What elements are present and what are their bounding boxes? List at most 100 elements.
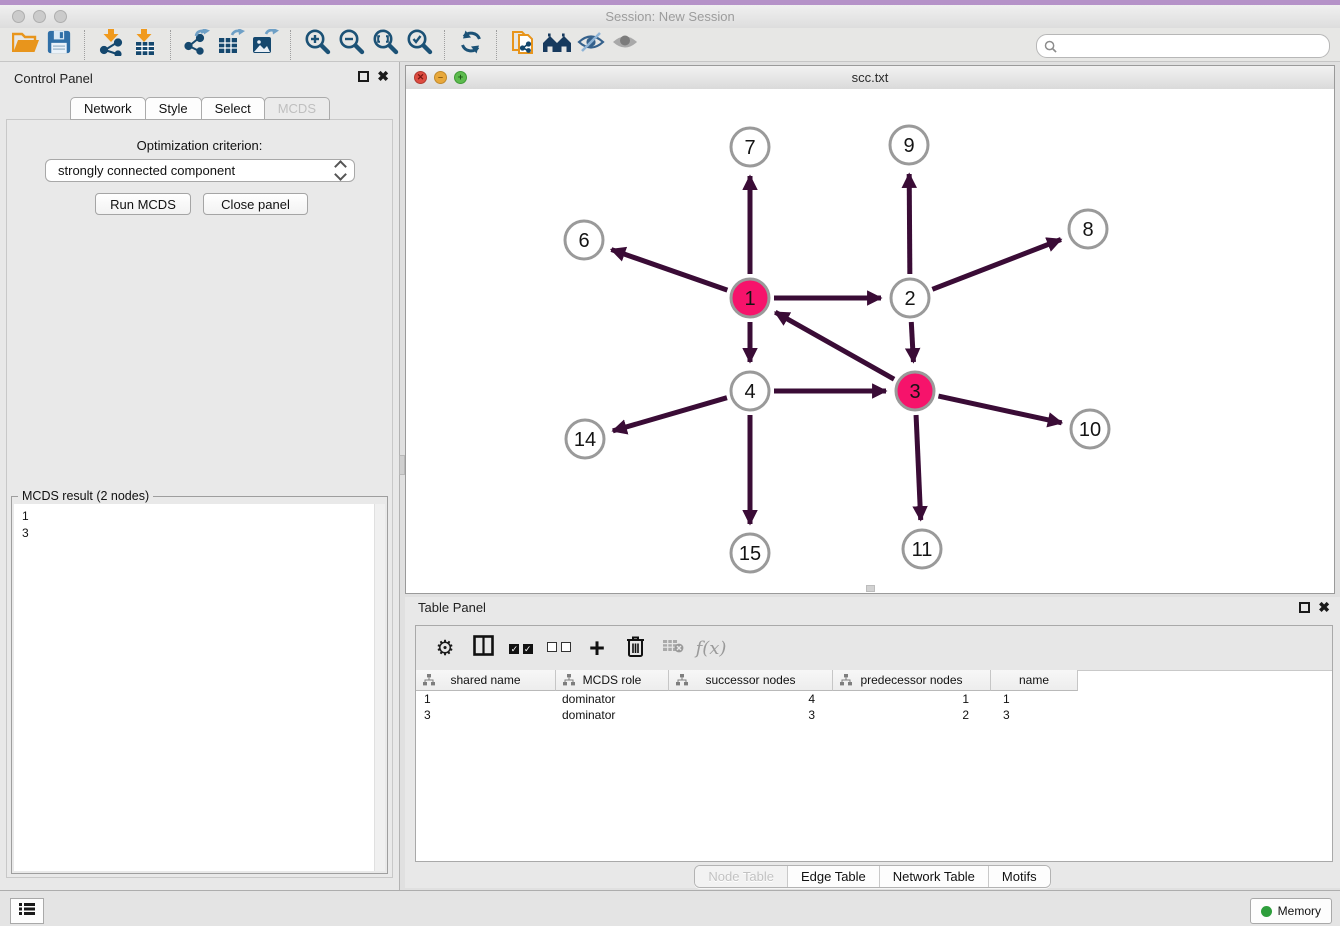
function-builder-button[interactable]: f(x)	[694, 632, 728, 664]
edge-2-9[interactable]	[909, 174, 910, 274]
eye-slash-icon	[576, 30, 606, 59]
select-all-button[interactable]: ✓ ✓	[504, 632, 538, 664]
table-settings-button[interactable]: ⚙	[428, 632, 462, 664]
table-tab-node-table[interactable]: Node Table	[695, 866, 787, 887]
node-label-7: 7	[744, 137, 755, 159]
run-mcds-button[interactable]: Run MCDS	[95, 193, 191, 215]
titlebar: Session: New Session	[0, 5, 1340, 29]
zoom-fit-icon	[371, 28, 399, 61]
zoom-fit-button[interactable]	[368, 30, 402, 60]
refresh-button[interactable]	[454, 30, 488, 60]
column-header-name[interactable]: name	[991, 670, 1078, 691]
control-tab-select[interactable]: Select	[201, 97, 265, 120]
export-image-button[interactable]	[248, 30, 282, 60]
table-tabs: Node TableEdge TableNetwork TableMotifs	[405, 865, 1340, 888]
list-icon	[18, 902, 36, 921]
close-panel-icon[interactable]: ✖	[377, 70, 389, 83]
table-cell[interactable]: 3	[416, 707, 556, 723]
add-column-button[interactable]: +	[580, 632, 614, 664]
show-all-button[interactable]	[608, 30, 642, 60]
float-table-panel-icon[interactable]	[1299, 602, 1310, 613]
column-header-shared-name[interactable]: shared name	[416, 670, 556, 691]
column-header-successor-nodes[interactable]: successor nodes	[669, 670, 833, 691]
edge-3-10[interactable]	[938, 396, 1061, 423]
main-toolbar	[0, 28, 1340, 62]
column-header-MCDS-role[interactable]: MCDS role	[556, 670, 669, 691]
search-field[interactable]	[1036, 34, 1330, 58]
table-cell[interactable]: 1	[833, 691, 991, 707]
table-tab-motifs[interactable]: Motifs	[988, 866, 1050, 887]
control-panel-title: Control Panel	[14, 71, 93, 86]
table-panel-title: Table Panel	[418, 600, 486, 615]
delete-table-icon	[662, 638, 684, 659]
float-panel-icon[interactable]	[358, 71, 369, 82]
edge-2-3[interactable]	[911, 322, 913, 362]
network-window-titlebar[interactable]: ✕ – + scc.txt	[406, 66, 1334, 90]
hide-selected-button[interactable]	[574, 30, 608, 60]
table-row[interactable]: 1dominator411	[416, 691, 1078, 707]
task-history-button[interactable]	[10, 898, 44, 924]
zoom-out-button[interactable]	[334, 30, 368, 60]
mcds-result-textarea[interactable]: 13	[14, 504, 385, 871]
control-tab-style[interactable]: Style	[145, 97, 202, 120]
first-neighbors-button[interactable]	[540, 30, 574, 60]
unchecked-boxes-icon	[547, 639, 570, 657]
column-tree-icon	[840, 674, 852, 689]
table-cell[interactable]: 1	[416, 691, 556, 707]
edge-3-1[interactable]	[775, 312, 894, 379]
node-label-11: 11	[912, 539, 933, 561]
control-tab-mcds[interactable]: MCDS	[264, 97, 330, 120]
window-title: Session: New Session	[0, 9, 1340, 24]
export-network-button[interactable]	[180, 30, 214, 60]
close-panel-button[interactable]: Close panel	[203, 193, 308, 215]
table-tab-network-table[interactable]: Network Table	[879, 866, 988, 887]
table-cell[interactable]: 4	[669, 691, 833, 707]
export-table-button[interactable]	[214, 30, 248, 60]
search-input[interactable]	[1057, 37, 1329, 55]
table-cell[interactable]: 1	[991, 691, 1078, 707]
toolbar-separator	[496, 30, 498, 60]
edge-4-14[interactable]	[613, 398, 727, 431]
close-table-panel-icon[interactable]: ✖	[1318, 601, 1330, 614]
show-columns-button[interactable]	[466, 632, 500, 664]
application-window: Session: New Session	[0, 0, 1340, 926]
open-session-button[interactable]	[8, 30, 42, 60]
table-tab-edge-table[interactable]: Edge Table	[787, 866, 879, 887]
import-network-button[interactable]	[94, 30, 128, 60]
import-table-button[interactable]	[128, 30, 162, 60]
edge-2-8[interactable]	[932, 239, 1061, 289]
node-label-10: 10	[1079, 419, 1101, 441]
export-table-icon	[217, 29, 245, 60]
control-tab-network[interactable]: Network	[70, 97, 146, 120]
clone-network-button[interactable]	[506, 30, 540, 60]
criterion-dropdown[interactable]: strongly connected component	[45, 159, 355, 182]
mcds-result-group: MCDS result (2 nodes) 13	[11, 496, 388, 874]
node-label-2: 2	[904, 288, 915, 310]
zoom-selected-button[interactable]	[402, 30, 436, 60]
table-cell[interactable]: 2	[833, 707, 991, 723]
node-label-6: 6	[578, 230, 589, 252]
table-row[interactable]: 3dominator323	[416, 707, 1078, 723]
zoom-in-button[interactable]	[300, 30, 334, 60]
delete-table-button[interactable]	[656, 632, 690, 664]
canvas-resize-handle[interactable]	[866, 585, 875, 592]
table-rows: 1dominator4113dominator323	[416, 691, 1078, 723]
memory-button[interactable]: Memory	[1250, 898, 1332, 924]
panel-splitter-handle[interactable]	[399, 455, 405, 475]
table-cell[interactable]: dominator	[556, 691, 669, 707]
table-cell[interactable]: 3	[669, 707, 833, 723]
save-session-button[interactable]	[42, 30, 76, 60]
table-panel: Table Panel ✖ ⚙ ✓ ✓ +	[405, 597, 1340, 888]
edge-1-6[interactable]	[611, 250, 727, 291]
delete-column-button[interactable]	[618, 632, 652, 664]
clone-network-icon	[511, 28, 536, 61]
table-cell[interactable]: 3	[991, 707, 1078, 723]
edge-3-11[interactable]	[916, 415, 921, 520]
result-scrollbar[interactable]	[374, 504, 385, 871]
deselect-all-button[interactable]	[542, 632, 576, 664]
network-canvas[interactable]: 7968124314101511	[406, 89, 1334, 593]
control-panel: Control Panel ✖ NetworkStyleSelectMCDS O…	[0, 62, 400, 890]
column-header-predecessor-nodes[interactable]: predecessor nodes	[833, 670, 991, 691]
memory-label: Memory	[1278, 904, 1321, 918]
table-cell[interactable]: dominator	[556, 707, 669, 723]
